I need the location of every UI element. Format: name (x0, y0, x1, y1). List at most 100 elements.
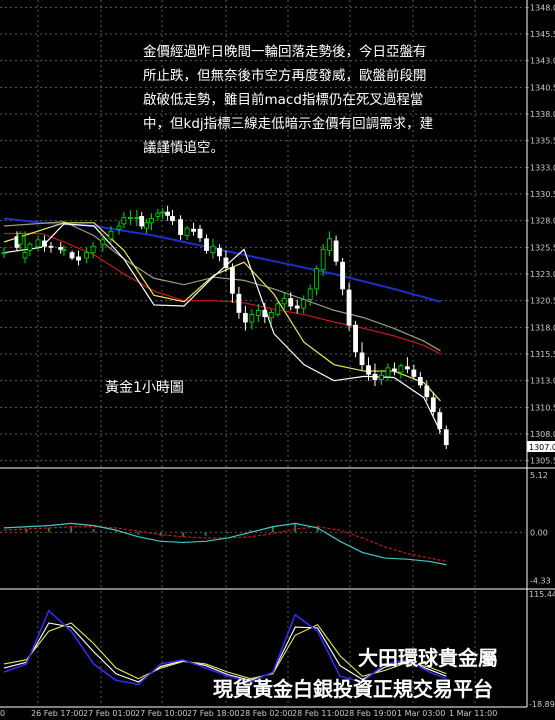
time-tick-label: 28 Feb 19:00 (344, 709, 396, 718)
price-tick-label: 1335.5 (530, 137, 555, 146)
time-tick-label: 28 Feb 11:00 (292, 709, 344, 718)
price-tick-label: 1338.0 (530, 110, 555, 119)
candle-body (294, 305, 300, 309)
price-tick-label: 1328.0 (530, 217, 555, 226)
candle-body (353, 324, 358, 353)
candle-body (48, 245, 54, 248)
time-tick-label: 26 Feb 17:00 (31, 709, 83, 718)
price-tick-label: 1318.0 (530, 323, 555, 332)
brand-tagline: 現貨黃金白銀投資正規交易平台 (213, 677, 493, 701)
candle-body (430, 397, 436, 413)
price-tick-label: 1343.0 (530, 57, 555, 66)
candle-body (359, 352, 365, 366)
candle-body (242, 313, 248, 323)
macd-tick-label: -4.33 (530, 577, 551, 586)
price-tick-label: 1320.5 (530, 297, 555, 306)
candle-body (22, 252, 28, 259)
candle-body (178, 219, 183, 235)
price-tick-label: 1333.0 (530, 163, 555, 172)
price-tick-label: 1345.5 (530, 30, 555, 39)
candle-body (301, 299, 307, 309)
time-tick-label: 1 Mar 03:00 (397, 709, 445, 718)
candle-body (411, 369, 417, 377)
candle-body (116, 225, 122, 230)
candle-body (170, 215, 175, 222)
candle-body (139, 215, 145, 227)
brand-name: 大田環球貴金屬 (358, 646, 498, 670)
time-tick-label: 27 Feb 18:00 (187, 709, 239, 718)
candle-body (42, 240, 47, 247)
candle-body (35, 239, 41, 247)
candle-body (333, 240, 339, 262)
candle-body (236, 293, 242, 313)
candle-body (268, 311, 274, 319)
candle-body (392, 368, 397, 372)
price-tick-label: 1348.0 (530, 3, 555, 12)
time-tick-label: 1 Mar 11:00 (449, 709, 497, 718)
candle-body (90, 245, 96, 254)
price-tick-label: 1310.5 (530, 403, 555, 412)
candle-body (127, 217, 133, 219)
candle-body (327, 238, 333, 251)
candle-body (417, 377, 423, 386)
candle-body (249, 314, 255, 323)
candle-body (210, 245, 216, 254)
candle-body (437, 412, 443, 430)
candle-body (307, 288, 313, 300)
time-tick-label: 27 Feb 10:00 (135, 709, 187, 718)
candle-body (424, 385, 430, 398)
candle-body (404, 366, 410, 370)
price-tick-label: 1323.0 (530, 270, 555, 279)
candle-body (165, 211, 171, 216)
candle-body (385, 367, 391, 377)
candle-body (372, 373, 378, 380)
candle-body (281, 298, 287, 305)
candle-body (275, 303, 281, 315)
note-line-5: 議謹慎追空。 (143, 139, 224, 156)
price-tick-label: 1308.0 (530, 430, 555, 439)
current-price-label: 1307.0 (529, 443, 555, 452)
kdj-tick-label: -18.897 (529, 700, 555, 709)
candle-body (160, 211, 166, 214)
candle-body (84, 252, 90, 259)
time-tick-label: 0 (0, 709, 5, 718)
note-line-4: 中，但kdj指標三線走低暗示金價有回調需求，建 (143, 116, 433, 132)
price-tick-label: 1325.5 (530, 243, 555, 252)
candle-body (366, 365, 371, 375)
kdj-tick-label: 115.445 (529, 590, 555, 599)
candle-body (191, 228, 196, 232)
candle-body (76, 256, 81, 261)
candle-body (314, 268, 320, 290)
candle-body (69, 252, 75, 259)
candle-body (204, 238, 209, 251)
candle-body (61, 249, 67, 251)
candle-body (320, 249, 326, 271)
candle-body (197, 228, 203, 239)
price-tick-label: 1305.5 (530, 457, 555, 466)
candle-body (340, 261, 345, 290)
candle-body (262, 309, 268, 318)
price-tick-label: 1315.5 (530, 350, 555, 359)
note-line-2: 所止跌，但無奈後市空方再度發威，歐盤前段開 (143, 67, 427, 84)
macd-tick-label: 0.00 (530, 528, 548, 537)
candle-body (217, 247, 222, 257)
candle-body (443, 429, 449, 446)
candle-body (100, 239, 106, 245)
chart-background (0, 0, 555, 720)
note-line-1: 金價經過昨日晚間一輪回落走勢後，今日亞盤有 (143, 43, 427, 60)
price-tick-label: 1340.5 (530, 83, 555, 92)
candle-body (27, 243, 33, 251)
candle-body (223, 257, 229, 269)
price-tick-label: 1313.0 (530, 377, 555, 386)
candle-body (155, 212, 161, 217)
candle-body (230, 267, 235, 294)
timeframe-label: 黃金1小時圖 (105, 380, 184, 396)
candle-body (149, 218, 154, 224)
time-tick-label: 28 Feb 02:00 (240, 709, 292, 718)
candle-body (108, 230, 114, 240)
macd-tick-label: 5.12 (530, 471, 548, 480)
candle (353, 320, 358, 358)
candle-body (346, 289, 352, 326)
candle-body (255, 309, 261, 316)
candle-body (17, 233, 23, 245)
